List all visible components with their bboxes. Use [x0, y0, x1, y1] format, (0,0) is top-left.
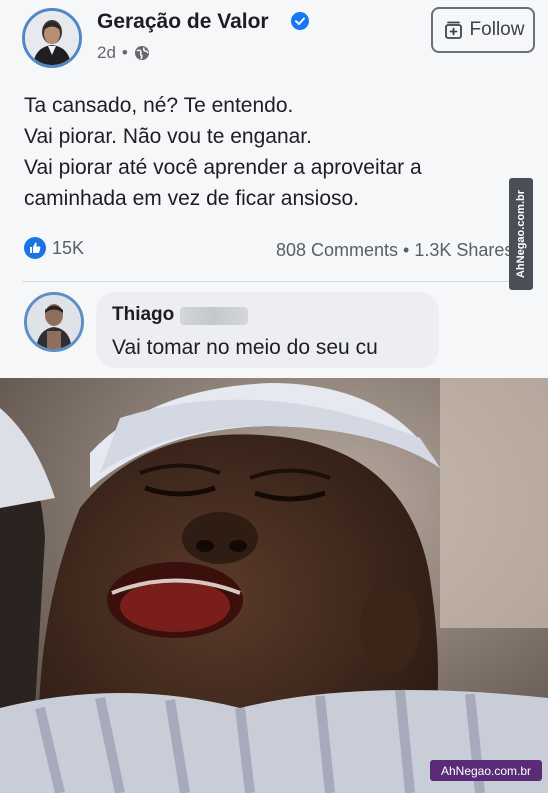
comment-bubble: Thiago Vai tomar no meio do seu cu: [96, 292, 439, 368]
divider: [22, 281, 526, 282]
add-page-icon: [444, 21, 462, 39]
commenter-avatar[interactable]: [24, 292, 84, 352]
bottom-watermark: AhNegao.com.br: [430, 760, 542, 781]
page-avatar[interactable]: [22, 8, 82, 68]
follow-label: Follow: [469, 19, 525, 40]
laughing-boy-image: [0, 378, 548, 793]
globe-icon: [134, 46, 149, 60]
facebook-post: Geração de Valor 2d • Follow Ta cansado,…: [0, 0, 548, 378]
page-avatar-portrait: [25, 11, 79, 65]
reactions-count: 15K: [52, 237, 85, 258]
post-text-line: Vai piorar até você aprender a aproveita…: [24, 156, 422, 179]
verified-badge-icon: [291, 12, 309, 30]
reactions-summary[interactable]: 15K: [24, 237, 84, 259]
side-watermark: AhNegao.com.br: [509, 178, 533, 290]
post-text-line: caminhada em vez de ficar ansioso.: [24, 187, 360, 210]
comments-shares-count[interactable]: 808 Comments • 1.3K Shares: [276, 240, 513, 261]
page-name[interactable]: Geração de Valor: [97, 10, 269, 34]
redacted-surname: [180, 307, 248, 325]
post-text: Ta cansado, né? Te entendo. Vai piorar. …: [24, 90, 524, 214]
post-time[interactable]: 2d: [97, 43, 116, 63]
comment-text: Vai tomar no meio do seu cu: [112, 336, 378, 359]
meta-dot: •: [121, 43, 128, 62]
follow-button[interactable]: Follow: [431, 7, 535, 53]
like-reaction-icon: [24, 237, 46, 259]
post-text-line: Ta cansado, né? Te entendo.: [24, 94, 294, 117]
post-text-line: Vai piorar. Não vou te enganar.: [24, 125, 312, 148]
meme-photo: [0, 378, 548, 793]
side-watermark-text: AhNegao.com.br: [515, 189, 527, 279]
commenter-avatar-portrait: [27, 295, 81, 349]
comment-author[interactable]: Thiago: [112, 304, 174, 326]
post-meta: 2d •: [97, 43, 150, 63]
